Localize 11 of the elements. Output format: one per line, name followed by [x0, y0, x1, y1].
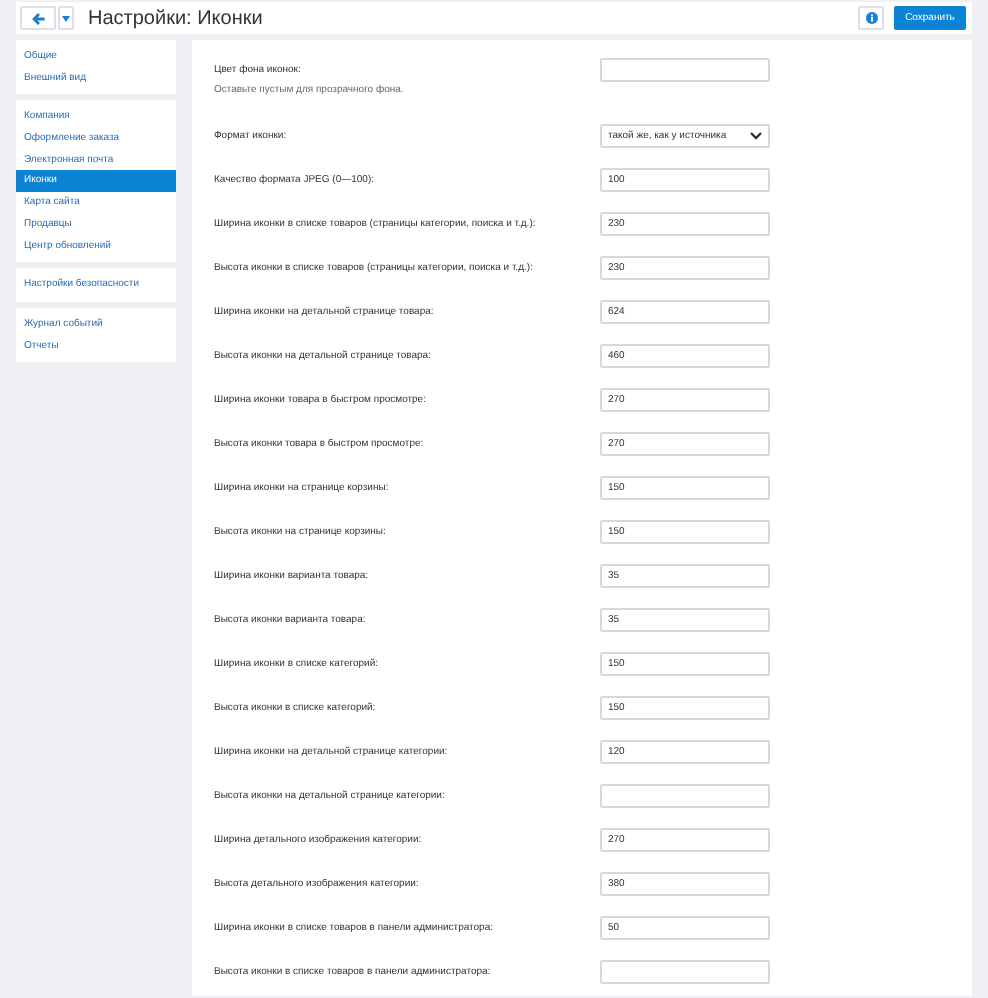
input-field[interactable] — [600, 58, 770, 82]
page-title: Настройки: Иконки — [88, 7, 263, 29]
back-button[interactable] — [20, 6, 56, 30]
dropdown-button[interactable] — [58, 6, 74, 30]
info-icon — [865, 12, 877, 24]
caret-icon — [62, 15, 70, 21]
chevron-down-icon — [750, 132, 762, 140]
input-field[interactable] — [600, 784, 770, 808]
input-field[interactable] — [600, 960, 770, 984]
help-button[interactable] — [858, 6, 884, 30]
back-arrow-icon — [31, 11, 45, 25]
